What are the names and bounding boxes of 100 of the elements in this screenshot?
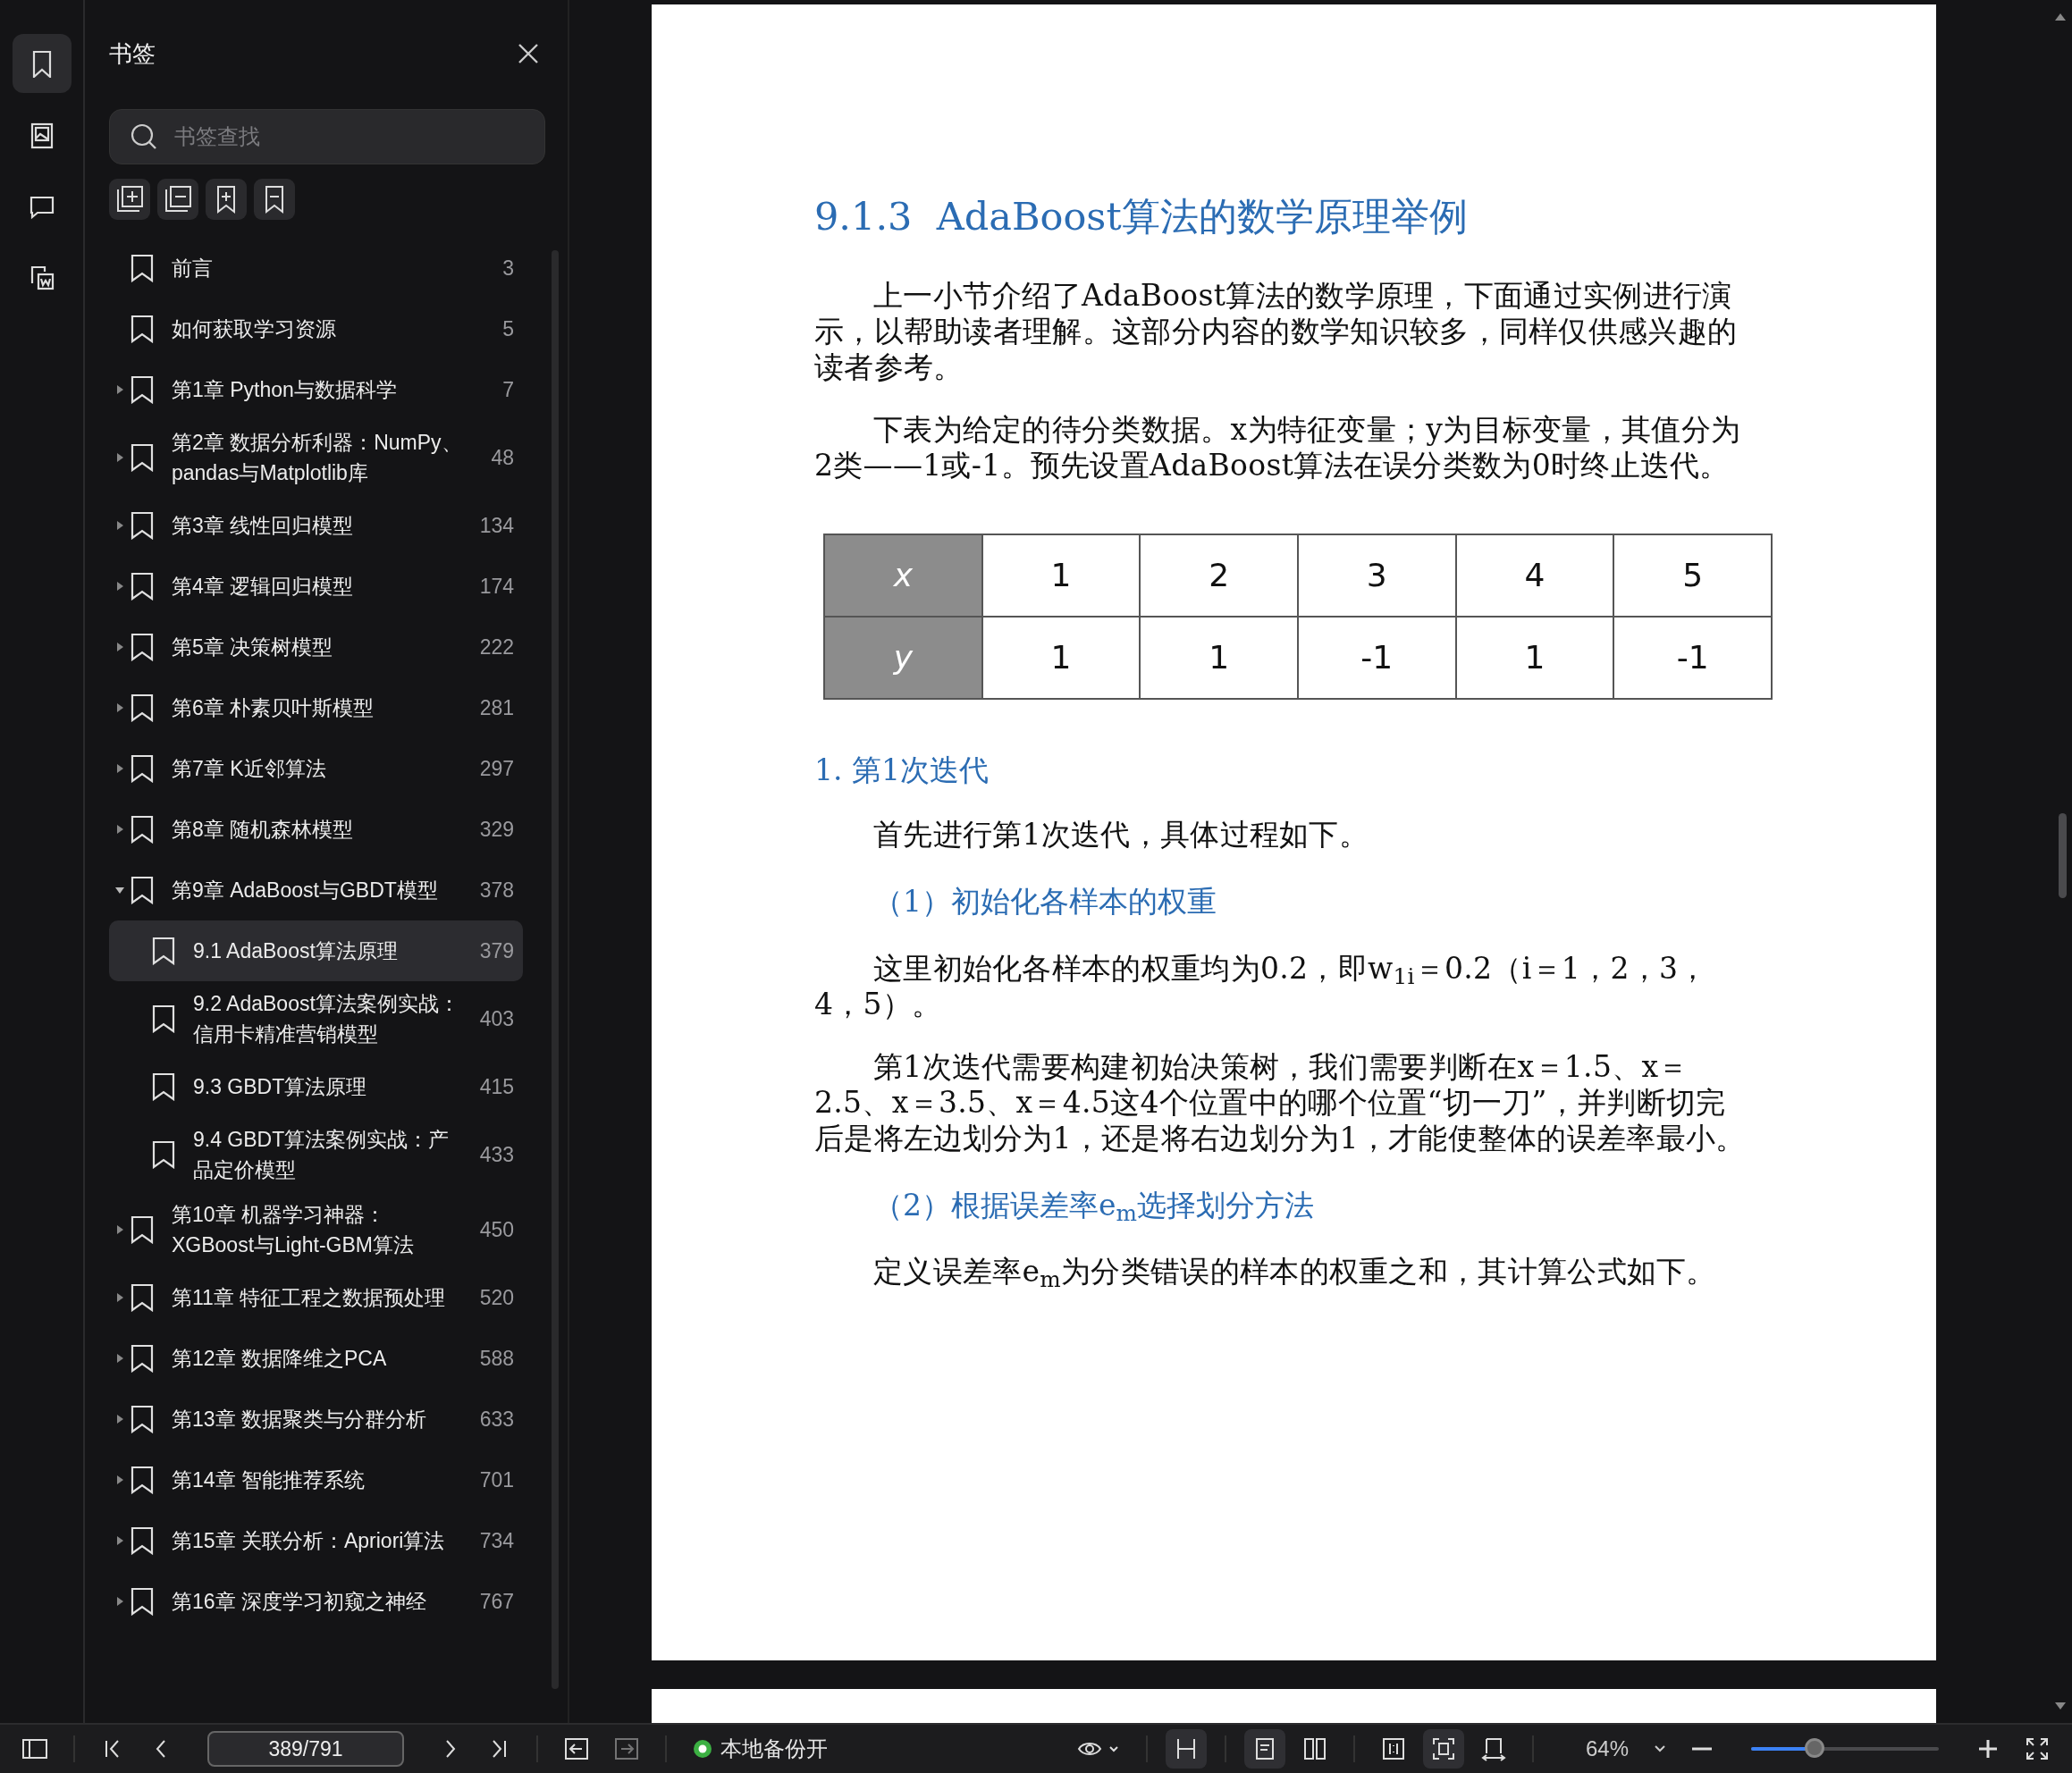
remove-bookmark-button[interactable] — [254, 179, 295, 220]
add-bookmark-button[interactable] — [206, 179, 247, 220]
minus-icon — [1691, 1747, 1713, 1751]
caret-icon[interactable] — [114, 1414, 125, 1424]
bookmark-item[interactable]: 第10章 机器学习神器：XGBoost与Light-GBM算法 450 — [109, 1192, 523, 1267]
expand-all-icon — [114, 184, 145, 214]
continuous-scroll-button[interactable] — [1165, 1729, 1207, 1769]
bookmark-title: 第10章 机器学习神器：XGBoost与Light-GBM算法 — [171, 1202, 415, 1258]
bookmark-icon — [131, 693, 154, 722]
bookmark-title: 第11章 特征工程之数据预处理 — [171, 1285, 447, 1311]
bookmark-title: 第9章 AdaBoost与GBDT模型 — [171, 878, 439, 903]
collapse-all-icon — [163, 184, 193, 214]
bookmark-icon — [131, 1283, 154, 1312]
slider-thumb[interactable] — [1805, 1738, 1825, 1758]
bookmark-icon — [131, 254, 154, 282]
bookmark-icon — [131, 511, 154, 540]
caret-icon — [1654, 1744, 1666, 1753]
bookmark-item[interactable]: 前言 3 — [109, 238, 523, 298]
caret-icon[interactable] — [114, 520, 125, 531]
caret-icon[interactable] — [114, 824, 125, 835]
bookmark-item[interactable]: 第13章 数据聚类与分群分析 633 — [109, 1389, 523, 1449]
bookmark-title: 第13章 数据聚类与分群分析 — [171, 1407, 427, 1433]
bookmark-item[interactable]: 第1章 Python与数据科学 7 — [109, 359, 523, 420]
page-number: 450 — [478, 1216, 514, 1243]
page-number: 281 — [478, 694, 514, 721]
backup-status-button[interactable]: 本地备份开 — [685, 1729, 835, 1769]
bookmark-icon — [131, 375, 154, 404]
bookmark-item[interactable]: 第12章 数据降维之PCA 588 — [109, 1328, 523, 1389]
caret-icon[interactable] — [114, 885, 125, 895]
bookmark-icon — [152, 1140, 175, 1169]
fit-page-button[interactable] — [1422, 1729, 1464, 1769]
bookmark-icon — [131, 1587, 154, 1616]
scroll-up-icon[interactable] — [2054, 13, 2067, 21]
bookmark-title: 9.3 GBDT算法原理 — [192, 1074, 368, 1100]
caret-icon[interactable] — [114, 1353, 125, 1364]
scrollbar-thumb[interactable] — [2059, 813, 2067, 898]
page-number: 378 — [478, 877, 514, 903]
search-field[interactable]: 书签查找 — [109, 109, 545, 164]
row-header: y — [824, 616, 982, 699]
bookmark-title: 第1章 Python与数据科学 — [171, 377, 398, 403]
caret-icon[interactable] — [114, 1224, 125, 1235]
bookmark-title: 第7章 K近邻算法 — [171, 756, 327, 782]
bookmark-item[interactable]: 如何获取学习资源 5 — [109, 298, 523, 359]
caret-icon[interactable] — [114, 1535, 125, 1546]
caret-icon[interactable] — [114, 763, 125, 774]
page-number: 174 — [478, 573, 514, 600]
page-number: 588 — [478, 1345, 514, 1372]
caret-icon[interactable] — [114, 1292, 125, 1303]
panel-title: 书签 — [109, 38, 156, 69]
bookmark-item[interactable]: 9.3 GBDT算法原理 415 — [109, 1056, 523, 1117]
bookmark-icon — [131, 1344, 154, 1373]
page-number: 701 — [478, 1466, 514, 1493]
section-heading: 9.1.3 AdaBoost算法的数学原理举例 — [814, 193, 1469, 240]
zoom-level-dropdown[interactable]: 64% — [1578, 1729, 1673, 1769]
bookmark-item[interactable]: 第9章 AdaBoost与GBDT模型 378 — [109, 860, 523, 920]
search-icon — [130, 122, 158, 151]
page-number: 329 — [478, 816, 514, 843]
bookmark-item[interactable]: 9.4 GBDT算法案例实战：产品定价模型 433 — [109, 1117, 523, 1192]
bookmark-item[interactable]: 9.1 AdaBoost算法原理 379 — [109, 920, 523, 981]
caret-icon[interactable] — [114, 702, 125, 713]
bookmark-item[interactable]: 第4章 逻辑回归模型 174 — [109, 556, 523, 617]
bookmark-item[interactable]: 第7章 K近邻算法 297 — [109, 738, 523, 799]
caret-icon[interactable] — [114, 384, 125, 395]
bookmark-item[interactable]: 第14章 智能推荐系统 701 — [109, 1449, 523, 1510]
search-input[interactable]: 书签查找 — [173, 112, 525, 162]
bookmark-item[interactable]: 第3章 线性回归模型 134 — [109, 495, 523, 556]
bookmark-icon — [131, 1466, 154, 1494]
subsection-heading: 1. 第1次迭代 — [814, 751, 990, 789]
caret-icon[interactable] — [114, 642, 125, 652]
bookmark-item[interactable]: 第11章 特征工程之数据预处理 520 — [109, 1267, 523, 1328]
bookmark-item[interactable]: 第6章 朴素贝叶斯模型 281 — [109, 677, 523, 738]
sidebar-tab[interactable] — [12, 34, 72, 93]
body-paragraph: 定义误差率e$_{m}$为分类错误的样本的权重之和，其计算公式如下。 — [872, 1254, 1717, 1290]
bookmark-icon — [131, 1405, 154, 1433]
caret-icon[interactable] — [114, 1596, 125, 1607]
caret-icon[interactable] — [114, 1475, 125, 1485]
bookmark-icon — [131, 633, 154, 661]
expand-all-button[interactable] — [109, 179, 150, 220]
body-paragraph: 这里初始化各样本的权重均为0.2，即w$_{1i}$＝0.2（i＝1，2，3，4，5）。 — [814, 950, 1709, 1022]
bookmark-item[interactable]: 第15章 关联分析：Apriori算法 734 — [109, 1510, 523, 1571]
caret-icon[interactable] — [114, 452, 125, 463]
step-heading: （2）根据误差率e$_{m}$选择划分方法 — [873, 1186, 1315, 1227]
page-number: 3 — [501, 255, 514, 281]
single-page-button[interactable] — [1243, 1729, 1285, 1769]
bookmark-item[interactable]: 第16章 深度学习初窥之神经 767 — [109, 1571, 523, 1632]
bookmark-item[interactable]: 第5章 决策树模型 222 — [109, 617, 523, 677]
bookmark-item[interactable]: 第2章 数据分析利器：NumPy、pandas与Matplotlib库 48 — [109, 420, 523, 495]
bookmark-title: 第12章 数据降维之PCA — [171, 1346, 388, 1372]
page-number-field[interactable]: 389/791 — [207, 1731, 404, 1767]
bookmark-title: 第6章 朴素贝叶斯模型 — [171, 695, 375, 721]
page-number: 633 — [478, 1406, 514, 1433]
collapse-all-button[interactable] — [157, 179, 198, 220]
bookmark-title: 第5章 决策树模型 — [171, 634, 334, 660]
fullscreen-icon — [2024, 1735, 2051, 1762]
table-cell: 1 — [981, 616, 1141, 699]
scroll-down-icon[interactable] — [2054, 1702, 2067, 1710]
bookmark-item[interactable]: 第8章 随机森林模型 329 — [109, 799, 523, 860]
bookmark-title: 第4章 逻辑回归模型 — [171, 574, 355, 600]
bookmark-title: 第8章 随机森林模型 — [171, 817, 355, 843]
caret-icon[interactable] — [114, 581, 125, 592]
